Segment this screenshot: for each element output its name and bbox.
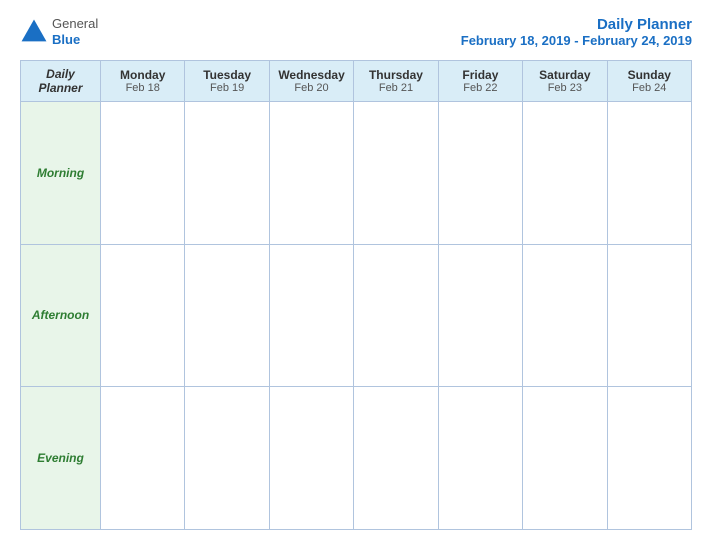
cell-afternoon-wednesday[interactable] [269,244,353,387]
cell-afternoon-friday[interactable] [438,244,522,387]
cell-morning-thursday[interactable] [354,102,438,245]
cell-evening-thursday[interactable] [354,387,438,530]
corner-header: Daily Planner [21,61,101,102]
cell-afternoon-saturday[interactable] [523,244,607,387]
cell-morning-tuesday[interactable] [185,102,269,245]
cell-afternoon-monday[interactable] [101,244,185,387]
morning-label: Morning [21,102,101,245]
cell-evening-saturday[interactable] [523,387,607,530]
general-blue-icon [20,18,48,46]
row-afternoon: Afternoon [21,244,692,387]
row-evening: Evening [21,387,692,530]
logo-blue: Blue [52,32,98,48]
afternoon-label: Afternoon [21,244,101,387]
cell-evening-wednesday[interactable] [269,387,353,530]
col-header-wednesday: Wednesday Feb 20 [269,61,353,102]
col-header-thursday: Thursday Feb 21 [354,61,438,102]
cell-evening-tuesday[interactable] [185,387,269,530]
logo: General Blue [20,16,98,47]
col-header-saturday: Saturday Feb 23 [523,61,607,102]
col-header-friday: Friday Feb 22 [438,61,522,102]
col-header-tuesday: Tuesday Feb 19 [185,61,269,102]
col-header-sunday: Sunday Feb 24 [607,61,691,102]
cell-morning-friday[interactable] [438,102,522,245]
date-range: February 18, 2019 - February 24, 2019 [461,33,692,48]
logo-text: General Blue [52,16,98,47]
cell-morning-wednesday[interactable] [269,102,353,245]
page-title: Daily Planner [461,16,692,33]
cell-afternoon-thursday[interactable] [354,244,438,387]
cell-afternoon-sunday[interactable] [607,244,691,387]
header-row: Daily Planner Monday Feb 18 Tuesday Feb … [21,61,692,102]
cell-evening-monday[interactable] [101,387,185,530]
cell-afternoon-tuesday[interactable] [185,244,269,387]
cell-morning-saturday[interactable] [523,102,607,245]
page-header: General Blue Daily Planner February 18, … [20,16,692,48]
evening-label: Evening [21,387,101,530]
cell-evening-friday[interactable] [438,387,522,530]
cell-morning-monday[interactable] [101,102,185,245]
logo-general: General [52,16,98,32]
cell-morning-sunday[interactable] [607,102,691,245]
col-header-monday: Monday Feb 18 [101,61,185,102]
cell-evening-sunday[interactable] [607,387,691,530]
corner-label: Daily Planner [38,67,82,95]
row-morning: Morning [21,102,692,245]
title-area: Daily Planner February 18, 2019 - Februa… [461,16,692,48]
planner-table: Daily Planner Monday Feb 18 Tuesday Feb … [20,60,692,530]
